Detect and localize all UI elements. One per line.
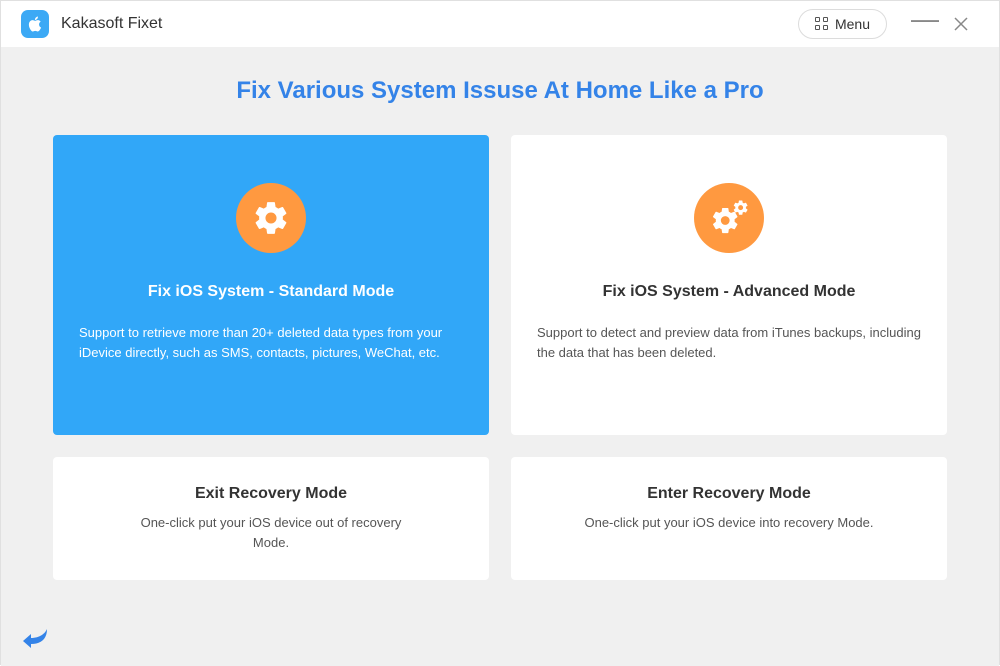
gears-icon xyxy=(694,183,764,253)
menu-label: Menu xyxy=(835,16,870,32)
card-desc: One-click put your iOS device out of rec… xyxy=(121,513,421,552)
page-heading: Fix Various System Issuse At Home Like a… xyxy=(17,47,983,135)
card-title: Fix iOS System - Advanced Mode xyxy=(537,283,921,301)
card-title: Fix iOS System - Standard Mode xyxy=(79,283,463,301)
card-standard-mode[interactable]: Fix iOS System - Standard Mode Support t… xyxy=(53,135,489,435)
card-desc: One-click put your iOS device into recov… xyxy=(579,513,879,533)
menu-button[interactable]: Menu xyxy=(798,9,887,39)
menu-grid-icon xyxy=(815,17,829,31)
app-logo-icon xyxy=(21,10,49,38)
minimize-button[interactable]: — xyxy=(907,6,943,42)
card-title: Exit Recovery Mode xyxy=(121,485,421,503)
content-area: Fix Various System Issuse At Home Like a… xyxy=(1,47,999,666)
card-desc: Support to detect and preview data from … xyxy=(537,323,921,362)
card-enter-recovery[interactable]: Enter Recovery Mode One-click put your i… xyxy=(511,457,947,580)
gear-icon xyxy=(236,183,306,253)
back-button[interactable] xyxy=(21,627,49,654)
card-advanced-mode[interactable]: Fix iOS System - Advanced Mode Support t… xyxy=(511,135,947,435)
card-grid: Fix iOS System - Standard Mode Support t… xyxy=(17,135,983,580)
titlebar: Kakasoft Fixet Menu — xyxy=(1,1,999,47)
app-title: Kakasoft Fixet xyxy=(61,15,798,33)
card-exit-recovery[interactable]: Exit Recovery Mode One-click put your iO… xyxy=(53,457,489,580)
card-title: Enter Recovery Mode xyxy=(579,485,879,503)
card-desc: Support to retrieve more than 20+ delete… xyxy=(79,323,463,362)
close-button[interactable] xyxy=(943,6,979,42)
